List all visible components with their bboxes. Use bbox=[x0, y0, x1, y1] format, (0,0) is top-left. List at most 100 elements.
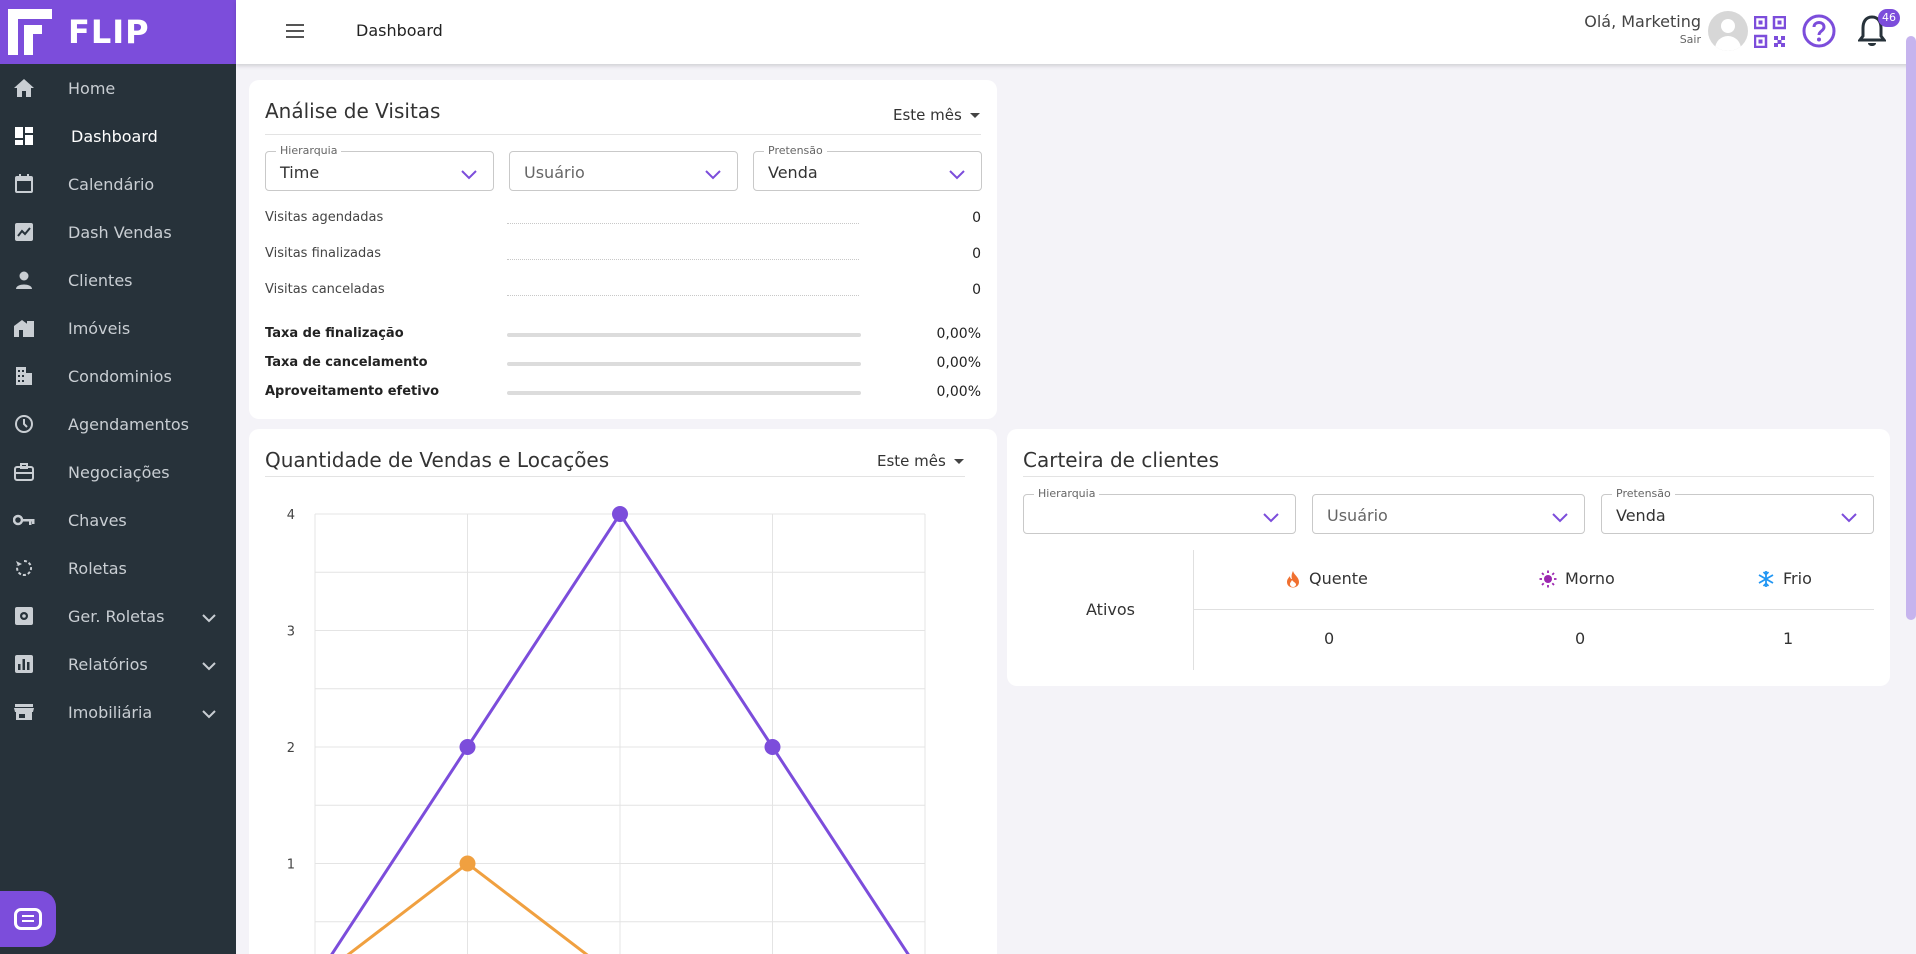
chevron-down-icon bbox=[202, 704, 216, 723]
select-placeholder: Usuário bbox=[1327, 506, 1388, 525]
select-placeholder: Usuário bbox=[524, 163, 585, 182]
sidebar-item-label: Imobiliária bbox=[68, 702, 153, 722]
sidebar-item-label: Dash Vendas bbox=[68, 222, 172, 242]
sidebar-item-imoveis[interactable]: Imóveis bbox=[0, 304, 236, 352]
dashboard-icon bbox=[13, 125, 35, 147]
home-icon bbox=[13, 77, 35, 99]
rate-value: 0,00% bbox=[936, 326, 981, 342]
store-icon bbox=[13, 701, 35, 723]
scrollbar-thumb[interactable] bbox=[1906, 36, 1916, 620]
quente-count: 0 bbox=[1324, 629, 1335, 648]
column-label: Frio bbox=[1783, 569, 1812, 588]
select-value: Time bbox=[280, 163, 320, 182]
sales-period-dropdown[interactable]: Este mês bbox=[877, 452, 964, 470]
building-icon bbox=[13, 365, 35, 387]
visits-row-value: 0 bbox=[972, 246, 981, 262]
fire-icon bbox=[1285, 570, 1301, 588]
visits-hierarquia-select[interactable]: Hierarquia Time bbox=[265, 144, 494, 191]
portfolio-usuario-select[interactable]: Usuário bbox=[1312, 494, 1585, 534]
chart-data-point bbox=[459, 739, 476, 755]
visits-usuario-select[interactable]: Usuário bbox=[509, 151, 738, 191]
portfolio-card: Carteira de clientes Hierarquia Usuário … bbox=[1007, 429, 1890, 686]
column-label: Quente bbox=[1309, 569, 1368, 588]
sidebar-item-label: Calendário bbox=[68, 174, 155, 194]
chevron-down-icon bbox=[949, 165, 965, 184]
visits-card-title: Análise de Visitas bbox=[265, 99, 441, 123]
avatar[interactable] bbox=[1708, 11, 1748, 51]
visits-pretensao-select[interactable]: Pretensão Venda bbox=[753, 144, 982, 191]
chart-ytick-label: 4 bbox=[287, 508, 295, 523]
chart-data-point bbox=[764, 739, 781, 755]
chevron-down-icon bbox=[461, 165, 477, 184]
snowflake-icon bbox=[1757, 570, 1775, 588]
chevron-down-icon bbox=[1841, 508, 1857, 527]
sidebar-item-chaves[interactable]: Chaves bbox=[0, 496, 236, 544]
field-label: Pretensão bbox=[1612, 487, 1675, 501]
chevron-down-icon bbox=[705, 165, 721, 184]
visits-row-value: 0 bbox=[972, 210, 981, 226]
row-leader bbox=[507, 295, 859, 296]
top-header: Dashboard Olá, Marketing Sair 46 bbox=[236, 0, 1916, 64]
sidebar-item-label: Dashboard bbox=[71, 126, 158, 146]
chat-icon bbox=[14, 908, 42, 930]
row-leader bbox=[507, 223, 859, 224]
sidebar-item-label: Ger. Roletas bbox=[68, 606, 165, 626]
portfolio-card-title: Carteira de clientes bbox=[1023, 448, 1219, 472]
chevron-down-icon bbox=[1552, 508, 1568, 527]
field-label: Hierarquia bbox=[1034, 487, 1100, 501]
sidebar-item-relatorios[interactable]: Relatórios bbox=[0, 640, 236, 688]
sidebar-item-label: Agendamentos bbox=[68, 414, 190, 434]
sidebar-item-ger-roletas[interactable]: Ger. Roletas bbox=[0, 592, 236, 640]
logout-link[interactable]: Sair bbox=[1584, 33, 1701, 46]
sidebar-item-label: Imóveis bbox=[68, 318, 131, 338]
rate-progress-bar bbox=[507, 362, 861, 366]
qr-code-icon[interactable] bbox=[1753, 15, 1787, 52]
table-divider bbox=[1193, 609, 1874, 610]
sidebar-item-imobiliaria[interactable]: Imobiliária bbox=[0, 688, 236, 736]
portfolio-hierarquia-select[interactable]: Hierarquia bbox=[1023, 487, 1296, 534]
key-icon bbox=[13, 509, 35, 531]
sidebar-item-label: Condominios bbox=[68, 366, 172, 386]
sidebar-item-home[interactable]: Home bbox=[0, 64, 236, 112]
rate-label: Aproveitamento efetivo bbox=[265, 384, 440, 399]
sidebar-item-agendamentos[interactable]: Agendamentos bbox=[0, 400, 236, 448]
brand[interactable]: FLIP bbox=[0, 0, 236, 64]
portfolio-pretensao-select[interactable]: Pretensão Venda bbox=[1601, 487, 1874, 534]
visits-row-label: Visitas finalizadas bbox=[265, 246, 381, 261]
morno-count: 0 bbox=[1575, 629, 1586, 648]
caret-down-icon bbox=[969, 112, 980, 118]
page-scrollbar[interactable] bbox=[1904, 36, 1916, 954]
sales-line-chart: 1 2 3 4 bbox=[287, 506, 926, 954]
sidebar-item-label: Negociações bbox=[68, 462, 170, 482]
table-divider bbox=[1193, 550, 1194, 670]
sidebar-item-label: Home bbox=[68, 78, 116, 98]
sidebar-item-dash-vendas[interactable]: Dash Vendas bbox=[0, 208, 236, 256]
sidebar-item-clientes[interactable]: Clientes bbox=[0, 256, 236, 304]
chart-ytick-label: 1 bbox=[287, 858, 295, 873]
sidebar-item-condominios[interactable]: Condominios bbox=[0, 352, 236, 400]
select-value: Venda bbox=[1616, 506, 1666, 525]
chart-ytick-label: 2 bbox=[287, 741, 295, 756]
rate-label: Taxa de cancelamento bbox=[265, 355, 428, 370]
column-label: Morno bbox=[1565, 569, 1615, 588]
sidebar-item-calendario[interactable]: Calendário bbox=[0, 160, 236, 208]
field-label: Hierarquia bbox=[276, 144, 342, 158]
calendar-icon bbox=[13, 173, 35, 195]
chat-button[interactable] bbox=[0, 891, 56, 947]
sidebar-item-dashboard[interactable]: Dashboard bbox=[0, 112, 236, 160]
help-icon[interactable] bbox=[1802, 14, 1836, 52]
hamburger-menu-icon[interactable] bbox=[286, 24, 304, 38]
sun-icon bbox=[1539, 570, 1557, 588]
caret-down-icon bbox=[953, 458, 964, 464]
period-label: Este mês bbox=[893, 106, 962, 124]
person-icon bbox=[13, 269, 35, 291]
divider bbox=[265, 476, 965, 477]
sidebar-item-roletas[interactable]: Roletas bbox=[0, 544, 236, 592]
sidebar-nav: Home Dashboard Calendário Dash Vendas Cl… bbox=[0, 64, 236, 736]
sidebar-item-negociacoes[interactable]: Negociações bbox=[0, 448, 236, 496]
visits-period-dropdown[interactable]: Este mês bbox=[893, 106, 980, 124]
chart-data-point bbox=[612, 506, 628, 522]
clock-icon bbox=[13, 413, 35, 435]
buildings-icon bbox=[13, 317, 35, 339]
visits-row-label: Visitas agendadas bbox=[265, 210, 384, 225]
